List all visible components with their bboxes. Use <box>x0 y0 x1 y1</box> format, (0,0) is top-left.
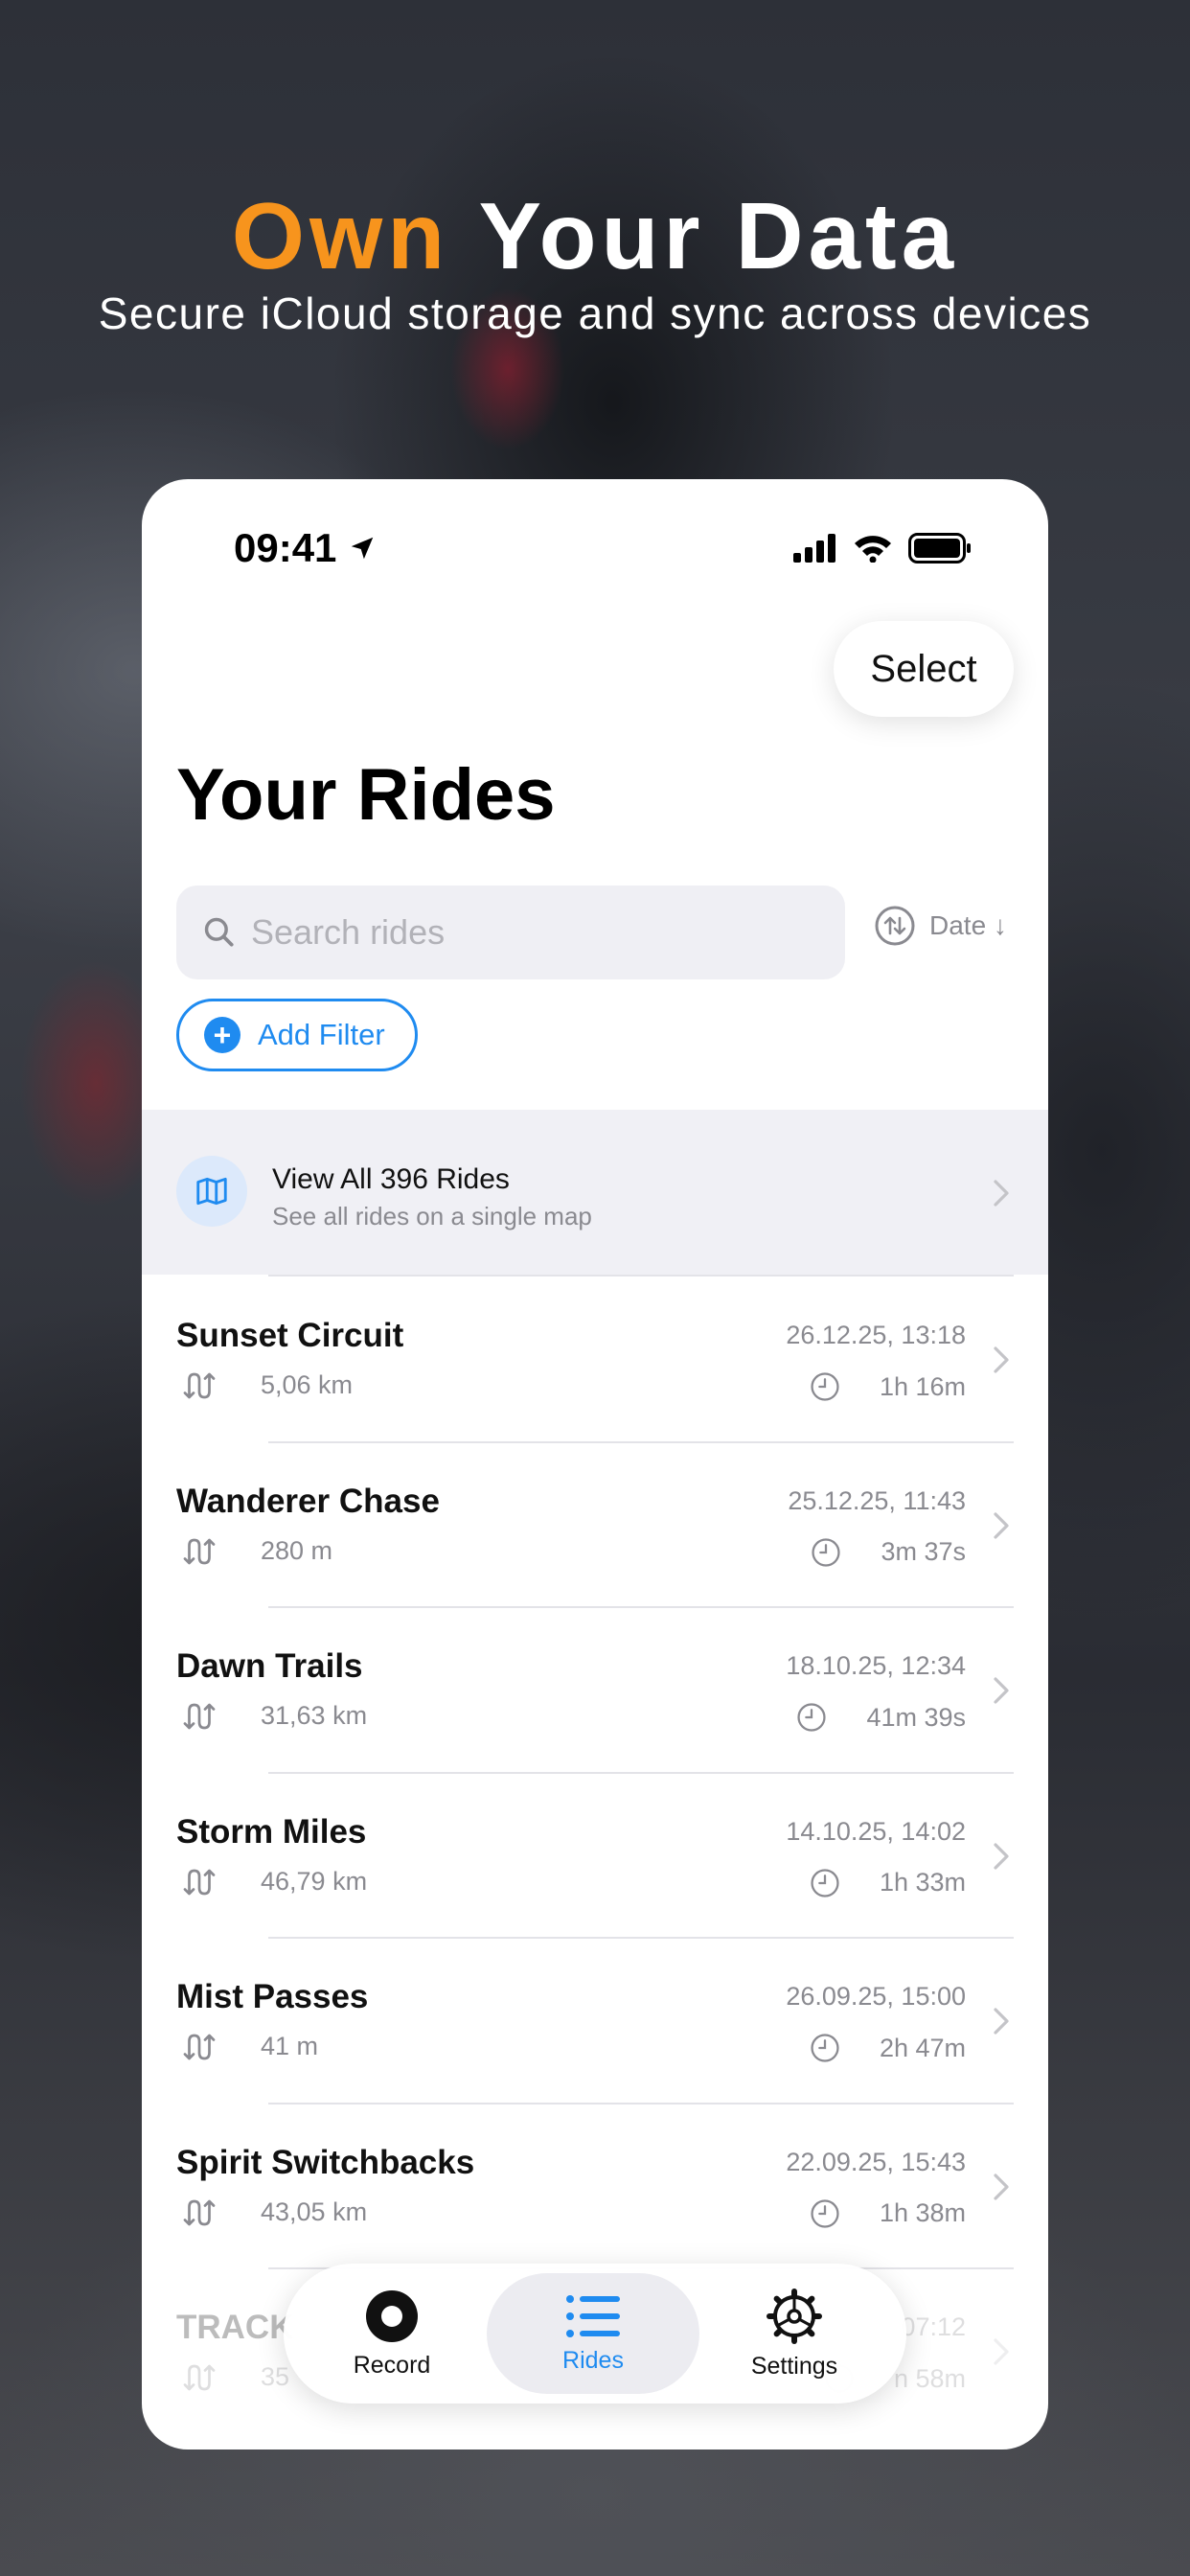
plus-icon: + <box>204 1017 240 1053</box>
ride-date: 22.09.25, 15:43 <box>786 2147 966 2176</box>
ride-date: 18.10.25, 12:34 <box>786 1651 966 1680</box>
ride-duration: 41m 39s <box>866 1702 966 1732</box>
ride-row[interactable]: Sunset Circuit 5,06 km 26.12.25, 13:18 1h 1… <box>142 1276 1048 1441</box>
clock-icon <box>811 1372 839 1401</box>
tab-rides[interactable]: Rides <box>487 2273 699 2394</box>
search-input[interactable]: Search rides <box>176 886 845 979</box>
status-time: 09:41 <box>234 525 337 570</box>
route-icon <box>183 2199 216 2225</box>
ride-date: 26.12.25, 13:18 <box>786 1321 966 1349</box>
ride-name: Sunset Circuit <box>176 1317 404 1354</box>
clock-icon <box>797 1703 827 1732</box>
ride-distance: 41 m <box>261 2032 319 2060</box>
ride-row[interactable]: Dawn Trails 31,63 km 18.10.25, 12:34 41m 39… <box>142 1607 1048 1772</box>
tab-rides-label: Rides <box>562 2346 624 2374</box>
ride-distance: 35 <box>261 2362 290 2391</box>
view-all-subtitle: See all rides on a single map <box>272 1202 592 1230</box>
location-arrow-icon <box>352 537 374 560</box>
route-icon <box>183 1372 216 1399</box>
headline-rest: Your Data <box>478 183 959 288</box>
ride-row[interactable]: Spirit Switchbacks 43,05 km 22.09.25, 15:4… <box>142 2104 1048 2268</box>
tab-record[interactable]: Record <box>310 2273 473 2394</box>
ride-name: Wanderer Chase <box>176 1482 440 1520</box>
ride-distance: 43,05 km <box>261 2196 368 2226</box>
route-icon <box>183 1703 216 1730</box>
hero-subheadline: Secure iCloud storage and sync across de… <box>98 288 1092 338</box>
ride-distance: 5,06 km <box>261 1370 354 1399</box>
select-button[interactable]: Select <box>834 621 1014 717</box>
ride-name: Mist Passes <box>176 1978 369 2015</box>
ride-distance: 280 m <box>261 1535 333 1565</box>
chevron-right-icon <box>994 1842 1009 1870</box>
route-icon <box>183 2364 216 2391</box>
ride-name: Storm Miles <box>176 1812 367 1851</box>
search-placeholder: Search rides <box>251 912 446 952</box>
ride-date: 07:12 <box>901 2312 966 2341</box>
route-icon <box>183 2034 216 2060</box>
chevron-right-icon <box>994 1180 1009 1207</box>
ride-date: 26.09.25, 15:00 <box>786 1982 966 2011</box>
clock-icon <box>811 1868 839 1898</box>
chevron-right-icon <box>994 1677 1009 1704</box>
ride-duration: 2h 47m <box>879 2033 966 2062</box>
ride-row[interactable]: Wanderer Chase 280 m 25.12.25, 11:43 3m 37s <box>142 1442 1048 1607</box>
ride-date: 14.10.25, 14:02 <box>786 1816 966 1846</box>
ride-row[interactable]: Storm Miles 46,79 km 14.10.25, 14:02 1h 33m <box>142 1773 1048 1938</box>
ride-distance: 46,79 km <box>261 1866 368 1896</box>
hero-headline: Own Your Data <box>0 182 1190 290</box>
add-filter-button[interactable]: + Add Filter <box>176 999 418 1071</box>
clock-icon <box>811 2034 839 2062</box>
tab-settings[interactable]: Settings <box>713 2273 876 2394</box>
clock-icon <box>811 2198 839 2228</box>
ride-name: TRACK <box>176 2309 294 2346</box>
sort-icon <box>875 906 915 946</box>
ride-duration: 1h 33m <box>879 1868 966 1897</box>
sort-button[interactable]: Date ↓ <box>874 905 1007 947</box>
wifi-icon <box>855 536 891 563</box>
tab-settings-label: Settings <box>750 2352 838 2380</box>
cellular-signal-icon <box>793 534 835 563</box>
record-icon <box>366 2289 418 2342</box>
ride-row[interactable]: Mist Passes 41 m 26.09.25, 15:00 2h 47m <box>142 1938 1048 2103</box>
list-icon <box>566 2294 620 2337</box>
map-icon <box>176 1156 247 1227</box>
ride-date: 25.12.25, 11:43 <box>788 1485 966 1515</box>
status-bar: 09:41 <box>142 525 1048 583</box>
chevron-right-icon <box>994 1511 1009 1539</box>
view-all-title: View All 396 Rides <box>272 1163 510 1195</box>
page-title: Your Rides <box>176 754 556 836</box>
view-all-rides-row[interactable]: View All 396 Rides See all rides on a si… <box>142 1110 1048 1275</box>
ride-duration: 3m 37s <box>881 1537 966 1566</box>
chevron-right-icon <box>994 1346 1009 1373</box>
ride-name: Dawn Trails <box>176 1647 363 1685</box>
ride-name: Spirit Switchbacks <box>176 2143 475 2181</box>
sort-label: Date ↓ <box>929 910 1007 940</box>
route-icon <box>183 1869 216 1895</box>
tab-bar: Record Rides Settings <box>284 2264 906 2404</box>
add-filter-label: Add Filter <box>258 1018 385 1051</box>
tab-record-label: Record <box>353 2351 431 2379</box>
gear-icon <box>767 2288 822 2344</box>
chevron-right-icon <box>994 2338 1009 2365</box>
phone-screen: 09:41 Select Your Rides Search rides Dat… <box>142 479 1048 2450</box>
ride-duration: 1h 16m <box>879 1371 966 1401</box>
ride-distance: 31,63 km <box>261 1701 368 1730</box>
search-icon <box>204 917 234 947</box>
chevron-right-icon <box>994 2008 1009 2035</box>
headline-accent: Own <box>231 183 450 288</box>
battery-icon <box>908 533 971 564</box>
ride-duration: n 58m <box>893 2363 966 2393</box>
chevron-right-icon <box>994 2173 1009 2200</box>
clock-icon <box>812 1537 841 1567</box>
route-icon <box>183 1538 216 1564</box>
ride-duration: 1h 38m <box>879 2198 966 2227</box>
